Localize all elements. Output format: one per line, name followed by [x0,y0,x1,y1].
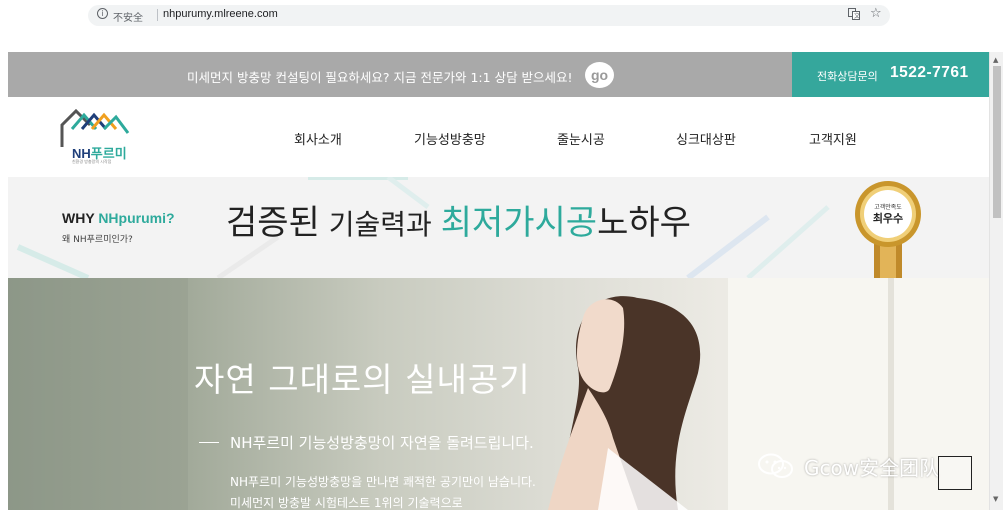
site-header: NH푸르미 친환경 방충망의 시작점 회사소개 기능성방충망 줄눈시공 싱크대상… [8,97,989,177]
hero-title: 자연 그대로의 실내공기 [194,360,531,399]
scroll-up-arrow-icon[interactable]: ▲ [993,56,998,64]
award-medal-icon: 고객만족도 최우수 [855,181,921,278]
browser-toolbar: i 不安全 nhpurumy.mlreene.com 文 ☆ [0,0,1003,30]
scroll-top-button[interactable] [938,456,972,490]
consult-message: 미세먼지 방충망 컨설팅이 필요하세요? 지금 전문가와 1:1 상담 받으세요… [187,70,573,85]
nav-item-countertop[interactable]: 싱크대상판 [676,129,736,148]
why-accent: NHpurumi? [98,210,175,226]
divider [157,9,158,21]
nav-item-support[interactable]: 고객지원 [809,129,857,148]
slogan-lowest-price: 최저가시공 [440,203,598,243]
slogan-knowhow: 노하우 [597,203,691,243]
scrollbar[interactable]: ▲ ▼ [989,52,1003,510]
star-icon[interactable]: ☆ [870,6,882,21]
logo-tagline: 친환경 방충망의 시작점 [72,159,112,164]
nav-item-grout[interactable]: 줄눈시공 [557,129,605,148]
slogan-verified: 검증된 [226,203,320,243]
hero-dash [199,442,219,443]
scroll-thumb[interactable] [993,66,1001,218]
go-button[interactable]: go [585,62,614,88]
address-bar[interactable]: i 不安全 nhpurumy.mlreene.com 文 ☆ [88,5,890,26]
nav-item-screens[interactable]: 기능성방충망 [414,129,486,148]
translate-icon[interactable]: 文 [848,8,860,20]
wechat-icon [758,453,793,478]
svg-text:文: 文 [854,12,860,20]
url-text[interactable]: nhpurumy.mlreene.com [163,8,278,20]
medal-line1: 고객만족도 [874,203,902,211]
phone-label: 전화상담문의 [817,70,878,83]
slogan-tech: 기술력과 [319,208,441,241]
info-icon[interactable]: i [97,8,108,19]
why-title: WHY NHpurumi? [62,210,175,226]
website: 미세먼지 방충망 컨설팅이 필요하세요? 지금 전문가와 1:1 상담 받으세요… [8,52,989,510]
why-subtitle: 왜 NH푸르미인가? [62,235,133,245]
phone-contact-box[interactable]: 전화상담문의 1522-7761 [792,52,989,97]
hero-subtitle: NH푸르미 기능성방충망이 자연을 돌려드립니다. [230,434,534,452]
consult-banner: 미세먼지 방충망 컨설팅이 필요하세요? 지금 전문가와 1:1 상담 받으세요… [8,52,989,97]
slogan: 검증된 기술력과 최저가시공노하우 [226,195,691,244]
security-label[interactable]: 不安全 [113,9,143,24]
phone-number[interactable]: 1522-7761 [890,64,969,82]
medal-line2: 최우수 [873,211,903,225]
hero-paragraph-1: NH푸르미 기능성방충망을 만나면 쾌적한 공기만이 남습니다. [230,475,536,489]
watermark-text: Gcow安全团队 [804,456,940,480]
hero-paragraph-2: 미세먼지 방충발 시험테스트 1위의 기술력으로 [230,496,463,510]
logo[interactable]: NH푸르미 친환경 방충망의 시작점 [60,108,142,165]
scroll-down-arrow-icon[interactable]: ▼ [993,495,998,503]
why-prefix: WHY [62,210,99,226]
why-section: WHY NHpurumi? 왜 NH푸르미인가? 검증된 기술력과 최저가시공노… [8,177,989,278]
nav-item-company[interactable]: 회사소개 [294,129,342,148]
